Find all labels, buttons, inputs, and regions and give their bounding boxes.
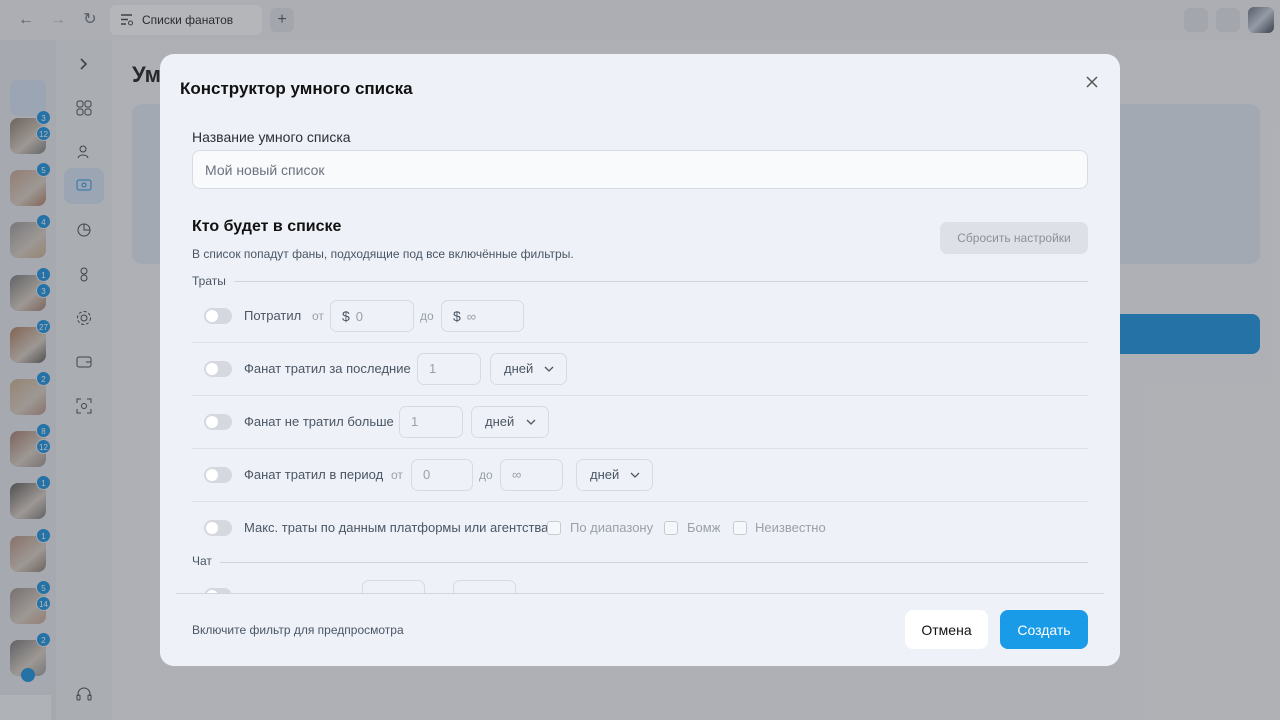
section-divider (192, 281, 1088, 282)
dollar-icon: $ (453, 308, 461, 324)
who-in-list-subtitle: В список попадут фаны, подходящие под вс… (192, 247, 574, 261)
spent-period-unit-select[interactable]: дней (576, 459, 653, 491)
not-spent-more-input[interactable]: 1 (399, 406, 463, 438)
toggle-max-spend[interactable] (204, 520, 232, 536)
checkbox-by-range[interactable] (547, 521, 561, 535)
row-divider (192, 342, 1088, 343)
section-label-chat: Чат (192, 554, 220, 568)
toggle-spent[interactable] (204, 308, 232, 324)
chevron-down-icon (544, 366, 554, 372)
spent-last-unit-select[interactable]: дней (490, 353, 567, 385)
smart-list-builder-modal: Конструктор умного списка Название умног… (160, 54, 1120, 666)
dollar-icon: $ (342, 308, 350, 324)
toggle-not-spent-more[interactable] (204, 414, 232, 430)
spent-period-from-input[interactable]: 0 (411, 459, 473, 491)
chevron-down-icon (526, 419, 536, 425)
row-divider (192, 395, 1088, 396)
reset-settings-button[interactable]: Сбросить настройки (940, 222, 1088, 254)
spent-to-input[interactable]: $ ∞ (441, 300, 524, 332)
spent-last-input[interactable]: 1 (417, 353, 481, 385)
checkbox-unknown[interactable] (733, 521, 747, 535)
from-label: от (312, 309, 324, 323)
to-label: до (479, 468, 493, 482)
checkbox-label-by-range: По диапазону (570, 520, 654, 535)
create-button[interactable]: Создать (1000, 610, 1088, 649)
checkbox-bomzh[interactable] (664, 521, 678, 535)
row-divider (192, 448, 1088, 449)
toggle-spent-last[interactable] (204, 361, 232, 377)
filter-label-spent: Потратил (244, 308, 302, 323)
close-icon[interactable] (1082, 72, 1102, 92)
spent-from-input[interactable]: $0 (330, 300, 414, 332)
cancel-button[interactable]: Отмена (905, 610, 988, 649)
list-name-input[interactable] (192, 150, 1088, 189)
section-divider (192, 562, 1088, 563)
filter-label-max-spend: Макс. траты по данным платформы или аген… (244, 520, 549, 535)
filter-label-spent-last: Фанат тратил за последние (244, 361, 411, 376)
checkbox-label-bomzh: Бомж (687, 520, 721, 535)
filter-label-spent-period: Фанат тратил в период (244, 467, 384, 482)
not-spent-more-unit-select[interactable]: дней (471, 406, 549, 438)
preview-hint: Включите фильтр для предпросмотра (192, 623, 404, 637)
who-in-list-title: Кто будет в списке (192, 218, 342, 235)
to-label: до (420, 309, 434, 323)
spent-period-to-input[interactable]: ∞ (500, 459, 563, 491)
list-name-label: Название умного списка (192, 129, 351, 145)
section-label-spending: Траты (192, 274, 234, 288)
chevron-down-icon (630, 472, 640, 478)
toggle-spent-period[interactable] (204, 467, 232, 483)
modal-title: Конструктор умного списка (180, 79, 413, 98)
row-divider (192, 501, 1088, 502)
checkbox-label-unknown: Неизвестно (755, 520, 826, 535)
filter-label-not-spent-more: Фанат не тратил больше (244, 414, 394, 429)
from-label: от (391, 468, 403, 482)
